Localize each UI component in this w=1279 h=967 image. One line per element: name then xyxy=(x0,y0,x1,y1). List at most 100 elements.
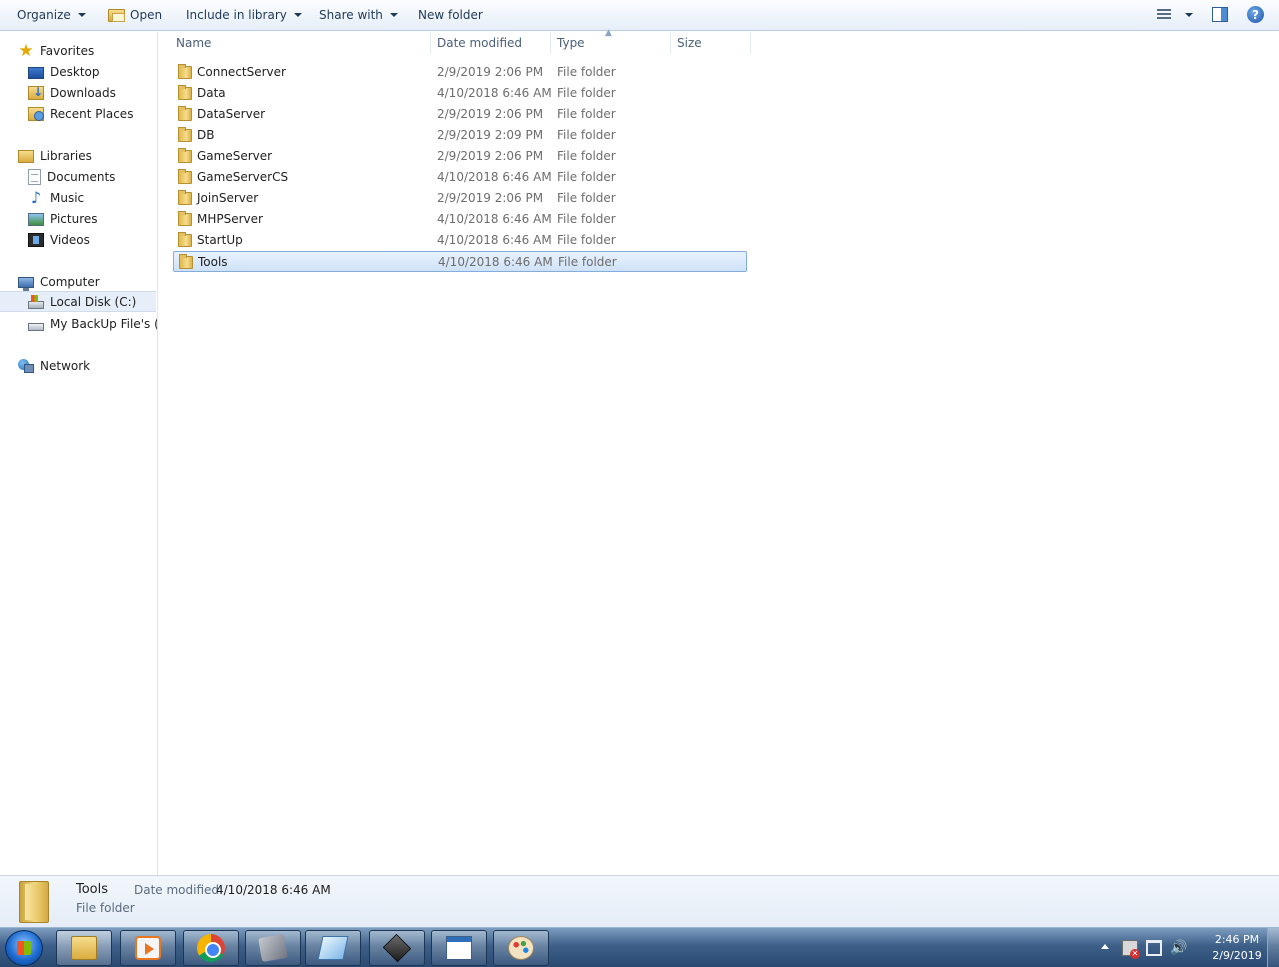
explorer-icon xyxy=(71,936,97,960)
taskbar: 🔊 2:46 PM 2/9/2019 xyxy=(0,927,1279,967)
folder-icon xyxy=(178,148,192,163)
nav-recent-places-label: Recent Places xyxy=(50,106,134,121)
share-with-button[interactable]: Share with xyxy=(319,6,398,24)
file-row[interactable]: DataServer 2/9/2019 2:06 PM File folder xyxy=(173,104,747,125)
details-date-label: Date modified: xyxy=(134,883,224,897)
folder-icon xyxy=(178,169,192,184)
clock-time: 2:46 PM xyxy=(1214,933,1260,946)
taskbar-paint[interactable] xyxy=(493,930,549,966)
file-row[interactable]: ConnectServer 2/9/2019 2:06 PM File fold… xyxy=(173,62,747,83)
file-row[interactable]: DB 2/9/2019 2:09 PM File folder xyxy=(173,125,747,146)
nav-favorites-label: Favorites xyxy=(40,43,95,58)
column-header-date[interactable]: Date modified xyxy=(431,32,551,54)
media-player-icon xyxy=(135,936,161,960)
file-name: JoinServer xyxy=(197,191,259,205)
music-icon: ♪ xyxy=(30,187,42,207)
nav-local-disk[interactable]: Local Disk (C:) xyxy=(0,291,156,312)
file-date: 4/10/2018 6:46 AM xyxy=(438,255,553,269)
file-date: 2/9/2019 2:09 PM xyxy=(437,128,544,142)
nav-videos-label: Videos xyxy=(50,232,90,247)
column-header-size[interactable]: Size xyxy=(671,32,751,54)
nav-downloads[interactable]: Downloads xyxy=(28,82,116,103)
folder-icon xyxy=(178,64,192,79)
folder-icon xyxy=(178,85,192,100)
computer-icon xyxy=(18,276,34,291)
change-view-icon[interactable] xyxy=(1157,9,1173,21)
folder-icon xyxy=(178,127,192,142)
column-header-name[interactable]: Name xyxy=(170,32,431,54)
taskbar-notepad[interactable] xyxy=(305,930,361,966)
nav-desktop[interactable]: Desktop xyxy=(28,61,100,82)
open-label: Open xyxy=(130,8,163,22)
share-with-label: Share with xyxy=(319,8,383,22)
file-name: GameServer xyxy=(197,149,273,163)
chevron-down-icon xyxy=(389,13,398,17)
taskbar-tools[interactable] xyxy=(245,930,301,966)
system-tray: 🔊 2:46 PM 2/9/2019 xyxy=(1095,928,1279,967)
view-options-chevron-icon[interactable] xyxy=(1185,13,1193,17)
tools-icon xyxy=(258,933,288,963)
file-date: 2/9/2019 2:06 PM xyxy=(437,107,544,121)
file-type: File folder xyxy=(558,255,617,269)
nav-favorites[interactable]: ★ Favorites xyxy=(18,40,94,61)
file-type: File folder xyxy=(557,65,616,79)
preview-pane-icon[interactable] xyxy=(1212,7,1228,22)
file-row[interactable]: MHPServer 4/10/2018 6:46 AM File folder xyxy=(173,209,747,230)
nav-backup-disk-label: My BackUp File's (D: xyxy=(50,316,157,331)
chevron-down-icon xyxy=(293,13,302,17)
action-center-icon[interactable] xyxy=(1122,940,1140,959)
file-name: GameServerCS xyxy=(197,170,289,184)
nav-pictures[interactable]: Pictures xyxy=(28,208,98,229)
videos-icon xyxy=(28,233,44,247)
column-name-label: Name xyxy=(176,36,212,50)
folder-icon xyxy=(178,211,192,226)
nav-recent-places[interactable]: Recent Places xyxy=(28,103,133,124)
taskbar-media-player[interactable] xyxy=(120,930,176,966)
clock-date: 2/9/2019 xyxy=(1212,949,1262,962)
nav-libraries[interactable]: Libraries xyxy=(18,145,92,166)
nav-backup-disk[interactable]: My BackUp File's (D: xyxy=(28,313,157,334)
file-type: File folder xyxy=(557,86,616,100)
clock[interactable]: 2:46 PM 2/9/2019 xyxy=(1207,932,1267,964)
nav-documents[interactable]: Documents xyxy=(28,166,115,187)
nav-network-label: Network xyxy=(40,358,91,373)
nav-downloads-label: Downloads xyxy=(50,85,116,100)
new-folder-button[interactable]: New folder xyxy=(418,6,483,24)
show-desktop-button[interactable] xyxy=(1267,928,1279,967)
taskbar-explorer[interactable] xyxy=(56,930,112,966)
taskbar-chrome[interactable] xyxy=(183,930,239,966)
include-in-library-button[interactable]: Include in library xyxy=(186,6,302,24)
include-in-library-label: Include in library xyxy=(186,8,287,22)
folder-icon xyxy=(179,254,193,269)
volume-icon[interactable]: 🔊 xyxy=(1170,940,1187,956)
file-row-selected[interactable]: Tools 4/10/2018 6:46 AM File folder xyxy=(173,251,747,272)
pictures-icon xyxy=(28,213,44,226)
column-size-label: Size xyxy=(677,36,702,50)
nav-pictures-label: Pictures xyxy=(50,211,98,226)
file-type: File folder xyxy=(557,128,616,142)
star-icon: ★ xyxy=(18,40,34,61)
details-date-value[interactable]: 4/10/2018 6:46 AM xyxy=(216,883,331,897)
nav-music[interactable]: ♪ Music xyxy=(28,187,84,208)
network-status-icon[interactable] xyxy=(1146,940,1162,956)
taskbar-window-app[interactable] xyxy=(431,930,487,966)
file-row[interactable]: GameServerCS 4/10/2018 6:46 AM File fold… xyxy=(173,167,747,188)
show-hidden-icons-icon[interactable] xyxy=(1101,944,1109,949)
help-icon[interactable]: ? xyxy=(1247,6,1264,23)
file-type: File folder xyxy=(557,170,616,184)
file-row[interactable]: StartUp 4/10/2018 6:46 AM File folder xyxy=(173,230,747,251)
file-row[interactable]: GameServer 2/9/2019 2:06 PM File folder xyxy=(173,146,747,167)
nav-network[interactable]: Network xyxy=(18,355,90,376)
file-date: 4/10/2018 6:46 AM xyxy=(437,86,552,100)
file-row[interactable]: Data 4/10/2018 6:46 AM File folder xyxy=(173,83,747,104)
nav-videos[interactable]: Videos xyxy=(28,229,90,250)
taskbar-cube-app[interactable] xyxy=(369,930,425,966)
open-button[interactable]: Open xyxy=(108,6,162,24)
notepad-icon xyxy=(317,936,349,960)
new-folder-label: New folder xyxy=(418,8,483,22)
file-row[interactable]: JoinServer 2/9/2019 2:06 PM File folder xyxy=(173,188,747,209)
nav-computer[interactable]: Computer xyxy=(18,271,100,292)
file-type: File folder xyxy=(557,149,616,163)
start-button[interactable] xyxy=(5,930,43,966)
organize-button[interactable]: Organize xyxy=(17,6,86,24)
